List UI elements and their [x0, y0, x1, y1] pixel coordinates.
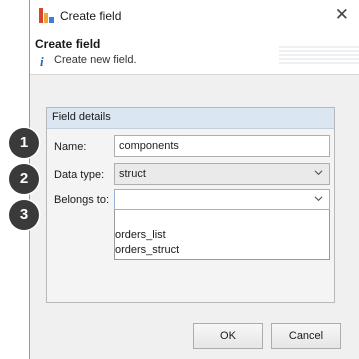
title-bar: Create field ✕ — [30, 0, 359, 33]
dialog-header: Create field i Create new field. — [30, 32, 359, 75]
callout-badge-3: 3 — [9, 200, 39, 230]
name-label: Name: — [54, 141, 87, 153]
chevron-down-icon — [314, 196, 323, 202]
close-icon[interactable]: ✕ — [335, 5, 349, 25]
callout-badge-1: 1 — [9, 128, 39, 158]
panel-header: Field details — [47, 108, 334, 129]
window-title: Create field — [60, 9, 122, 23]
panel-title: Field details — [52, 111, 111, 123]
name-input[interactable]: components — [114, 135, 330, 157]
callout-badge-2: 2 — [9, 164, 39, 194]
data-type-select[interactable]: struct — [114, 163, 330, 185]
app-icon — [39, 8, 54, 23]
data-type-value: struct — [119, 168, 146, 180]
belongs-to-select[interactable] — [114, 189, 330, 210]
chevron-down-icon — [314, 170, 323, 176]
cancel-button[interactable]: Cancel — [271, 323, 341, 349]
info-icon: i — [40, 54, 44, 69]
header-title: Create field — [35, 37, 101, 51]
dropdown-option-orders-list[interactable]: orders_list — [115, 228, 329, 242]
ok-button[interactable]: OK — [193, 323, 263, 349]
dropdown-option-orders-struct[interactable]: orders_struct — [115, 243, 329, 257]
header-decoration — [279, 46, 359, 66]
header-description: Create new field. — [54, 54, 137, 66]
field-details-panel: Field details Name: components Data type… — [46, 107, 335, 303]
belongs-to-dropdown: orders_list orders_struct — [114, 210, 330, 260]
create-field-dialog: Create field ✕ Create field i Create new… — [29, 0, 359, 359]
data-type-label: Data type: — [54, 169, 105, 181]
belongs-to-label: Belongs to: — [54, 194, 110, 206]
